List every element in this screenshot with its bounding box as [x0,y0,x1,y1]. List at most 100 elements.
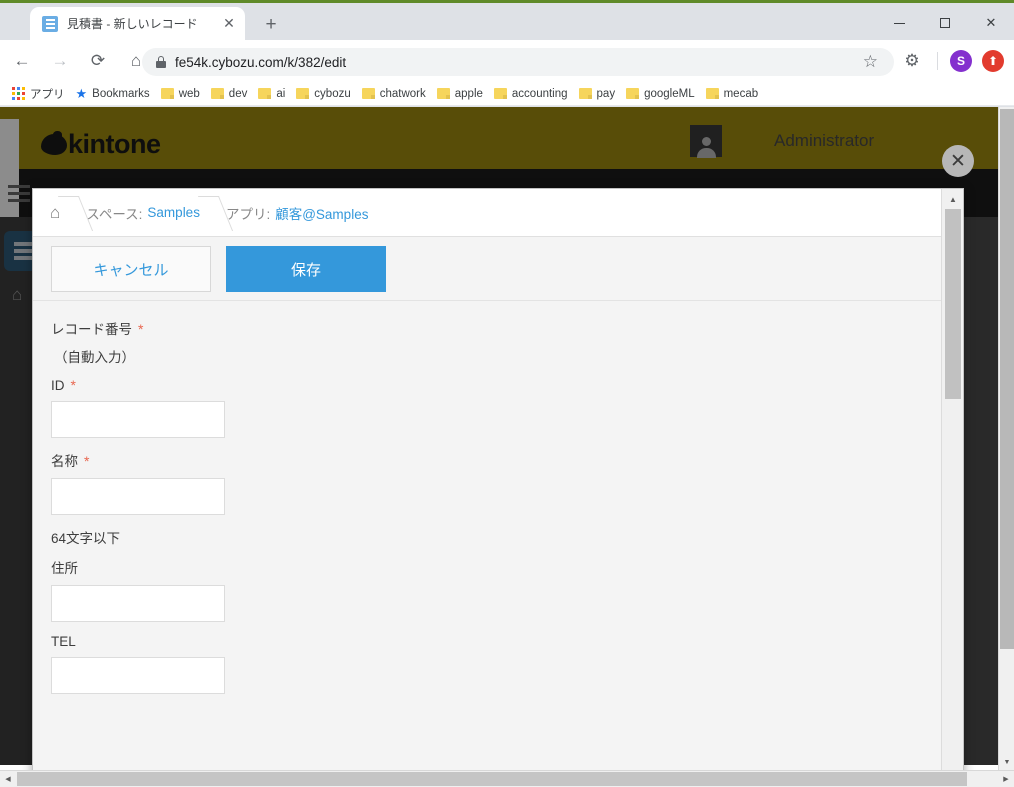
field-record-number: レコード番号 * （自動入力） [51,318,943,366]
field-name: 名称 * 64文字以下 [51,450,943,547]
bookmark-label: Bookmarks [92,87,150,100]
folder-icon [626,88,640,99]
cancel-button[interactable]: キャンセル [51,246,211,292]
bookmark-item-ai[interactable]: ai [258,88,285,100]
bookmark-item-chatwork[interactable]: chatwork [361,87,426,100]
window-maximize-button[interactable] [922,6,968,40]
name-input[interactable] [51,478,225,515]
window-close-button[interactable]: ✕ [968,6,1014,40]
address-bar[interactable]: fe54k.cybozu.com/k/382/edit [142,48,894,76]
field-label-text: 住所 [51,561,78,576]
record-edit-modal: ⌂ スペース: Samples アプリ: 顧客@Samples キャンセル 保存… [32,188,964,787]
gear-icon[interactable]: ⚙ [902,51,922,71]
star-icon: ★ [75,85,88,101]
bookmarks-bar: アプリ ★ Bookmarks web dev ai cybozu chatwo… [0,82,1014,106]
breadcrumb-app-link[interactable]: 顧客@Samples [275,203,368,223]
folder-icon [160,88,174,99]
folder-icon [436,88,450,99]
bookmark-item-web[interactable]: web [160,88,200,100]
page-horizontal-scrollbar[interactable]: ◀ ▶ [0,770,1014,787]
folder-icon [361,88,375,99]
folder-icon [258,88,272,99]
bookmark-item-pay[interactable]: pay [578,87,616,100]
window-minimize-button[interactable] [876,6,922,40]
bookmark-item-mecab[interactable]: mecab [705,88,758,100]
sidebar-home-icon[interactable]: ⌂ [12,285,22,305]
back-icon[interactable]: ← [6,45,38,77]
bookmark-label: cybozu [314,87,351,100]
required-marker: * [138,321,144,337]
field-label-wrap: レコード番号 * [51,318,943,338]
background-user-area[interactable]: Administrator [690,125,874,158]
field-value-static: （自動入力） [54,350,135,365]
field-label-wrap: TEL [51,634,943,649]
save-button[interactable]: 保存 [226,246,386,292]
folder-icon [493,88,507,99]
bookmark-item-apple[interactable]: apple [436,87,483,100]
field-label-wrap: ID * [51,377,943,393]
folder-icon [210,88,224,99]
bookmark-label: apple [454,87,483,100]
breadcrumb-space-link[interactable]: Samples [147,205,200,220]
profile-avatar[interactable]: S [950,50,972,72]
kintone-favicon-icon [42,15,58,32]
record-form: レコード番号 * （自動入力） ID * 名称 * 64文字以下 住所 TEL [33,302,943,787]
bookmark-label: ai [276,87,286,100]
breadcrumb-app-label: アプリ: [225,206,271,222]
required-marker: * [70,377,76,393]
breadcrumb-home-icon[interactable]: ⌂ [50,203,60,223]
window-controls: ✕ [876,6,1014,40]
page-hscroll-thumb[interactable] [17,772,967,786]
field-label-wrap: 住所 [51,557,943,577]
bookmark-label: pay [596,87,616,100]
folder-icon [705,88,719,99]
modal-close-button[interactable]: ✕ [942,145,974,177]
field-label-text: レコード番号 [51,322,132,337]
bookmark-apps[interactable]: アプリ [30,86,65,102]
modal-vertical-scrollbar[interactable]: ▲ ▼ [941,189,963,787]
modal-action-bar: キャンセル 保存 [33,238,943,301]
folder-icon [296,88,310,99]
bookmark-item-bookmarks[interactable]: ★ Bookmarks [76,86,150,102]
browser-tab[interactable]: 見積書 - 新しいレコード ✕ [30,7,245,40]
user-avatar-icon [690,125,722,158]
field-address: 住所 [51,557,943,634]
bookmark-item-dev[interactable]: dev [210,88,247,100]
toolbar-divider [937,52,938,70]
bookmark-item-cybozu[interactable]: cybozu [296,87,351,100]
tab-title: 見積書 - 新しいレコード [67,17,198,31]
url-text: fe54k.cybozu.com/k/382/edit [175,54,347,70]
tab-close-icon[interactable]: ✕ [218,13,240,35]
modal-scroll-thumb[interactable] [945,209,961,399]
bookmark-star-icon[interactable]: ☆ [863,52,878,72]
page-scroll-left-arrow-icon[interactable]: ◀ [0,771,16,787]
kintone-logo[interactable]: kintone [41,129,161,160]
lock-icon [156,56,166,68]
bookmark-item-googleml[interactable]: googleML [626,88,695,100]
page-scroll-right-arrow-icon[interactable]: ▶ [998,771,1014,787]
kintone-wordmark: kintone [68,129,161,159]
apps-grid-icon[interactable] [12,87,25,100]
tab-strip: 見積書 - 新しいレコード ✕ + ✕ [0,3,1014,40]
required-marker: * [84,453,90,469]
breadcrumb-separator [200,189,226,237]
field-id: ID * [51,377,943,450]
page-vscroll-thumb[interactable] [1000,109,1014,649]
kintone-blob-icon [41,131,67,155]
id-input[interactable] [51,401,225,438]
hamburger-icon[interactable] [8,185,30,202]
forward-icon[interactable]: → [44,45,76,77]
reload-icon[interactable]: ⟳ [82,45,114,77]
scroll-up-arrow-icon[interactable]: ▲ [942,189,963,209]
extension-red-icon[interactable]: ⬆ [982,50,1004,72]
bookmark-label: accounting [511,87,568,100]
new-tab-button[interactable]: + [258,12,284,38]
page-scroll-down-arrow-icon[interactable]: ▼ [999,754,1014,770]
address-input[interactable] [51,585,225,622]
page-vertical-scrollbar[interactable]: ▼ [998,107,1014,770]
bookmark-item-accounting[interactable]: accounting [493,87,568,100]
breadcrumb-space-label: スペース: [86,206,143,222]
tel-input[interactable] [51,657,225,694]
bookmark-label: chatwork [379,87,426,100]
field-label-text: ID [51,378,65,393]
